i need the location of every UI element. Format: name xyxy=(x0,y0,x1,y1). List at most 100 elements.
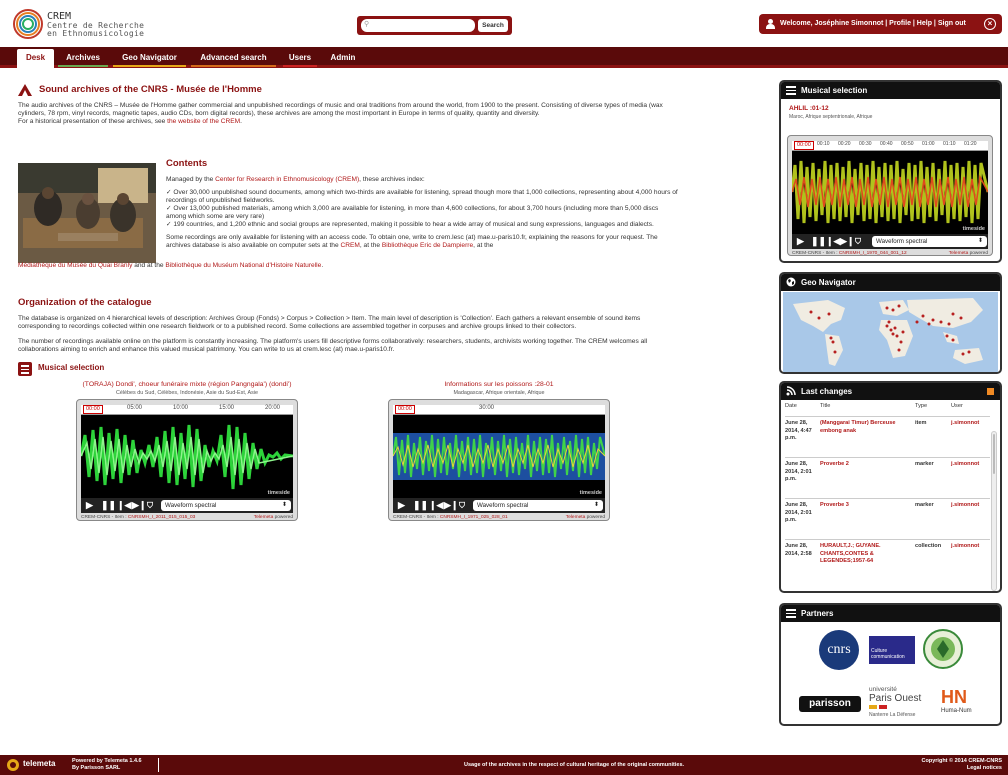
bibliotheque-dampierre-link[interactable]: Bibliothèque Eric de Dampierre xyxy=(382,242,473,249)
user-bar[interactable]: Welcome, Joséphine Simonnot | Profile | … xyxy=(759,14,1002,34)
bibliotheque-museum-link[interactable]: Bibliothèque du Muséum National d'Histoi… xyxy=(165,262,321,269)
close-icon[interactable]: × xyxy=(984,18,996,30)
tab-geo-navigator[interactable]: Geo Navigator xyxy=(113,49,186,67)
tab-advanced-search[interactable]: Advanced search xyxy=(191,49,276,67)
marker-icon[interactable]: ⛉ xyxy=(855,236,861,247)
change-date: June 28, 2014, 2:01 p.m. xyxy=(785,461,812,482)
rss-feed-icon[interactable] xyxy=(987,388,994,395)
change-title-link[interactable]: (Manggarai Timur) Berceuse embong anak xyxy=(820,420,910,435)
tab-admin[interactable]: Admin xyxy=(324,49,362,67)
culture-logo[interactable]: Culture communication xyxy=(869,636,915,664)
timecode: 00:00 xyxy=(794,141,814,150)
telemeta-logo[interactable]: telemeta xyxy=(6,758,62,772)
tab-underline xyxy=(283,65,317,67)
scrollbar[interactable] xyxy=(991,431,997,591)
tick-label: 10:00 xyxy=(173,405,189,411)
timeside-brand: timeside xyxy=(267,490,290,496)
time-ruler[interactable]: 00:00 05:00 10:00 15:00 20:00 xyxy=(81,405,293,415)
legal-notices-link[interactable]: Legal notices xyxy=(922,765,1002,772)
player-controls: ▶ ❚❚ ❙◀ ▶❙ ⛉ Waveform spectral ⬍ xyxy=(81,498,293,513)
tab-desk[interactable]: Desk xyxy=(17,49,54,68)
change-user-link[interactable]: j.simonnot xyxy=(951,420,979,428)
forward-icon[interactable]: ▶❙ xyxy=(132,500,146,511)
list-icon xyxy=(786,609,796,618)
play-icon[interactable]: ▶ xyxy=(86,500,93,511)
paris-ouest-line3: Nanterre La Défense xyxy=(869,712,916,718)
waveform-display[interactable]: timeside xyxy=(790,151,990,234)
mediatheque-quai-branly-link[interactable]: Médiathèque du Musée du Quai Branly xyxy=(18,262,132,269)
item-link[interactable]: CNRSMH_I_1970_044_001_12 xyxy=(839,251,907,256)
box-header: Partners xyxy=(781,605,1000,622)
crem-access-link[interactable]: CREM xyxy=(340,242,359,249)
time-ruler[interactable]: 00:00 30:00 xyxy=(393,405,605,415)
time-ruler[interactable]: 00:00 00:10 00:20 00:30 00:40 00:50 01:0… xyxy=(792,141,988,151)
play-icon[interactable]: ▶ xyxy=(797,236,804,247)
crem-website-link[interactable]: the website of the CREM xyxy=(167,118,240,125)
waveform-display[interactable]: timeside xyxy=(79,415,294,498)
organization-paragraph: The number of recordings available onlin… xyxy=(18,338,648,353)
cnrs-logo[interactable]: cnrs xyxy=(819,630,859,670)
telemeta-link[interactable]: Telemeta xyxy=(566,515,585,520)
change-title-link[interactable]: Proverbe 3 xyxy=(820,502,910,510)
pause-icon[interactable]: ❚❚ xyxy=(811,236,826,247)
telemeta-powered: Telemeta powered xyxy=(254,513,293,522)
selection-subtitle: Maroc, Afrique septentrionale, Afrique xyxy=(789,114,873,120)
world-map[interactable] xyxy=(783,292,998,372)
item-link[interactable]: CNRSMH_I_2011_015_015_03 xyxy=(128,515,195,520)
telemeta-link[interactable]: Telemeta xyxy=(949,251,968,256)
organization-section: Organization of the catalogue The databa… xyxy=(18,297,678,361)
search-input[interactable]: ⚲ xyxy=(361,19,475,32)
sidebar-last-changes: Last changes Date Title Type User June 2… xyxy=(779,381,1002,593)
forward-icon[interactable]: ▶❙ xyxy=(444,500,458,511)
column-header: Date xyxy=(785,403,797,409)
crem-logo[interactable]: CREM Centre de Recherche en Ethnomusicol… xyxy=(12,8,172,42)
change-user-link[interactable]: j.simonnot xyxy=(951,461,979,469)
tab-archives[interactable]: Archives xyxy=(58,49,108,67)
display-mode-select[interactable]: Waveform spectral ⬍ xyxy=(473,500,603,511)
change-user-link[interactable]: j.simonnot xyxy=(951,543,979,551)
box-header: Musical selection xyxy=(781,82,1000,99)
tab-users[interactable]: Users xyxy=(283,49,317,67)
contents-intro: Managed by the Center for Research in Et… xyxy=(166,176,678,184)
contents-bullet: ✓ Over 30,000 unpublished sound document… xyxy=(166,189,678,204)
change-user-link[interactable]: j.simonnot xyxy=(951,502,979,510)
display-mode-select[interactable]: Waveform spectral ⬍ xyxy=(161,500,291,511)
globe-icon xyxy=(786,277,796,287)
contents-intro-text: Managed by the xyxy=(166,176,216,183)
column-header: User xyxy=(951,403,963,409)
pause-icon[interactable]: ❚❚ xyxy=(101,500,116,511)
marker-icon[interactable]: ⛉ xyxy=(459,500,465,511)
search-button[interactable]: Search xyxy=(478,19,508,32)
partner-seal-logo[interactable] xyxy=(923,628,963,670)
telemeta-version-link[interactable]: Telemeta 1.4.6 xyxy=(104,758,141,764)
change-title-link[interactable]: HURAULT,J.; GUYANE. CHANTS,CONTES & LEGE… xyxy=(820,543,910,566)
display-mode-select[interactable]: Waveform spectral ⬍ xyxy=(872,236,987,247)
tick-label: 15:00 xyxy=(219,405,235,411)
paris-ouest-logo[interactable]: université Paris Ouest Nanterre La Défen… xyxy=(869,686,933,720)
copyright-text: Copyright © 2014 CREM-CNRS xyxy=(921,758,1002,764)
paris-ouest-line1: université xyxy=(869,686,897,693)
player-title-link[interactable]: (TORAJA) Dondi', choeur funéraire mixte … xyxy=(76,381,298,388)
huma-num-text: Huma-Num xyxy=(941,708,972,714)
rewind-icon[interactable]: ❙◀ xyxy=(826,236,840,247)
pause-icon[interactable]: ❚❚ xyxy=(413,500,428,511)
telemeta-link[interactable]: Telemeta xyxy=(254,515,273,520)
intro-history-end: . xyxy=(240,118,242,125)
change-title-link[interactable]: Proverbe 2 xyxy=(820,461,910,469)
rewind-icon[interactable]: ❙◀ xyxy=(429,500,443,511)
crem-link[interactable]: Center for Research in Ethnomusicology (… xyxy=(215,176,359,183)
list-icon xyxy=(18,362,32,376)
huma-num-logo[interactable]: HN Huma-Num xyxy=(941,686,987,720)
player-title-link[interactable]: Informations sur les poissons :28-01 xyxy=(388,381,610,388)
selection-title-link[interactable]: AHLIL :01-12 xyxy=(789,105,1000,112)
player-footer-text: CREM-CNRS - Item : xyxy=(792,251,839,256)
parisson-logo[interactable]: parisson xyxy=(799,696,861,712)
table-row: June 28, 2014, 2:58 HURAULT,J.; GUYANE. … xyxy=(785,539,990,569)
marker-icon[interactable]: ⛉ xyxy=(147,500,153,511)
forward-icon[interactable]: ▶❙ xyxy=(840,236,854,247)
play-icon[interactable]: ▶ xyxy=(398,500,405,511)
user-bar-text[interactable]: Welcome, Joséphine Simonnot | Profile | … xyxy=(780,20,966,27)
rewind-icon[interactable]: ❙◀ xyxy=(117,500,131,511)
waveform-display[interactable]: timeside xyxy=(392,415,606,498)
item-link[interactable]: CNRSMH_I_1971_025_028_01 xyxy=(440,515,508,520)
